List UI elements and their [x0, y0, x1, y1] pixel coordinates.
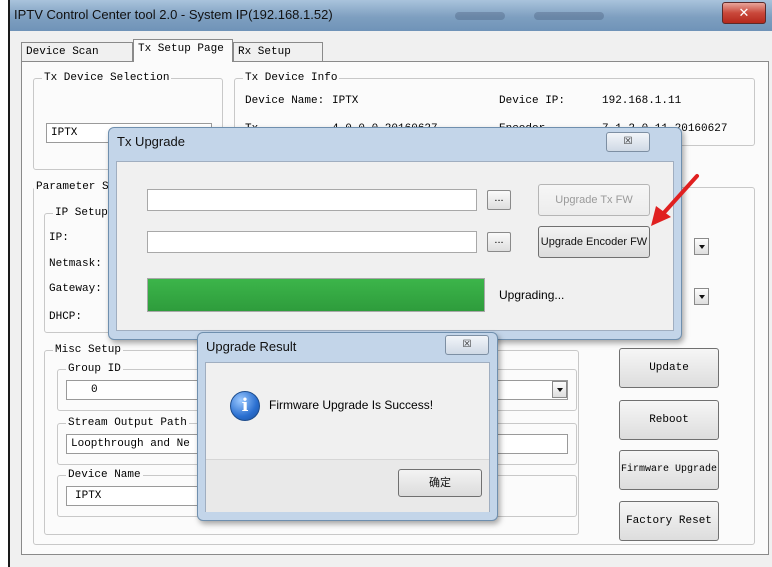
- tx-device-selection-title: Tx Device Selection: [42, 71, 172, 85]
- tx-upgrade-dialog: Tx Upgrade ☒ ... Upgrade Tx FW ... Upgra…: [108, 127, 682, 340]
- ip-label: IP:: [49, 232, 69, 244]
- tab-rx-setup[interactable]: Rx Setup Page: [233, 42, 323, 77]
- upgrade-progress-fill: [148, 279, 484, 311]
- info-icon: i: [230, 391, 260, 421]
- factory-reset-button[interactable]: Factory Reset: [619, 501, 719, 541]
- tab-tx-setup[interactable]: Tx Setup Page: [133, 39, 233, 62]
- window-title: IPTV Control Center tool 2.0 - System IP…: [14, 7, 333, 22]
- device-ip-value: 192.168.1.11: [602, 95, 682, 107]
- device-name-value: IPTX: [332, 95, 359, 107]
- upgrade-result-close-button[interactable]: ☒: [445, 335, 489, 355]
- device-name-title: Device Name: [66, 468, 143, 482]
- update-button[interactable]: Update: [619, 348, 719, 388]
- tx-upgrade-title: Tx Upgrade: [117, 134, 185, 149]
- tx-fw-browse-button[interactable]: ...: [487, 190, 511, 210]
- upgrade-result-dialog: Upgrade Result ☒ i Firmware Upgrade Is S…: [197, 332, 498, 521]
- upgrade-encoder-fw-button[interactable]: Upgrade Encoder FW: [538, 226, 650, 258]
- device-ip-label: Device IP:: [499, 95, 566, 107]
- gateway-label: Gateway:: [49, 283, 102, 295]
- tx-upgrade-body: ... Upgrade Tx FW ... Upgrade Encoder FW…: [116, 161, 674, 331]
- device-name-label: Device Name:: [245, 95, 325, 107]
- result-message: Firmware Upgrade Is Success!: [269, 398, 434, 412]
- red-arrow-icon: [651, 174, 699, 226]
- upgrade-tx-fw-button[interactable]: Upgrade Tx FW: [538, 184, 650, 216]
- ok-button[interactable]: 确定: [398, 469, 482, 497]
- upgrade-result-body: i Firmware Upgrade Is Success! 确定: [205, 362, 490, 512]
- right-dropdown-2-arrow-icon[interactable]: [694, 288, 709, 305]
- upgrade-progress-bar: [147, 278, 485, 312]
- parameter-setup-title: Parameter S: [34, 180, 111, 194]
- group-dropdown-arrow-icon[interactable]: [552, 381, 567, 398]
- netmask-label: Netmask:: [49, 258, 102, 270]
- encoder-fw-path-input[interactable]: [147, 231, 477, 253]
- group-id-title: Group ID: [66, 362, 123, 376]
- right-dropdown-1-arrow-icon[interactable]: [694, 238, 709, 255]
- firmware-upgrade-button[interactable]: Firmware Upgrade: [619, 450, 719, 490]
- tab-device-scan[interactable]: Device Scan Page: [21, 42, 133, 77]
- misc-setup-title: Misc Setup: [53, 343, 124, 357]
- tx-device-info-title: Tx Device Info: [243, 71, 340, 85]
- upgrade-status-text: Upgrading...: [499, 288, 565, 302]
- reboot-button[interactable]: Reboot: [619, 400, 719, 440]
- dhcp-label: DHCP:: [49, 311, 83, 323]
- ip-setup-title: IP Setup: [53, 206, 110, 220]
- encoder-fw-browse-button[interactable]: ...: [487, 232, 511, 252]
- window-close-button[interactable]: ✕: [722, 2, 766, 24]
- tx-fw-path-input[interactable]: [147, 189, 477, 211]
- upgrade-result-title: Upgrade Result: [206, 339, 297, 354]
- tx-upgrade-close-button[interactable]: ☒: [606, 132, 650, 152]
- stream-output-title: Stream Output Path: [66, 416, 189, 430]
- title-bar: IPTV Control Center tool 2.0 - System IP…: [10, 0, 772, 31]
